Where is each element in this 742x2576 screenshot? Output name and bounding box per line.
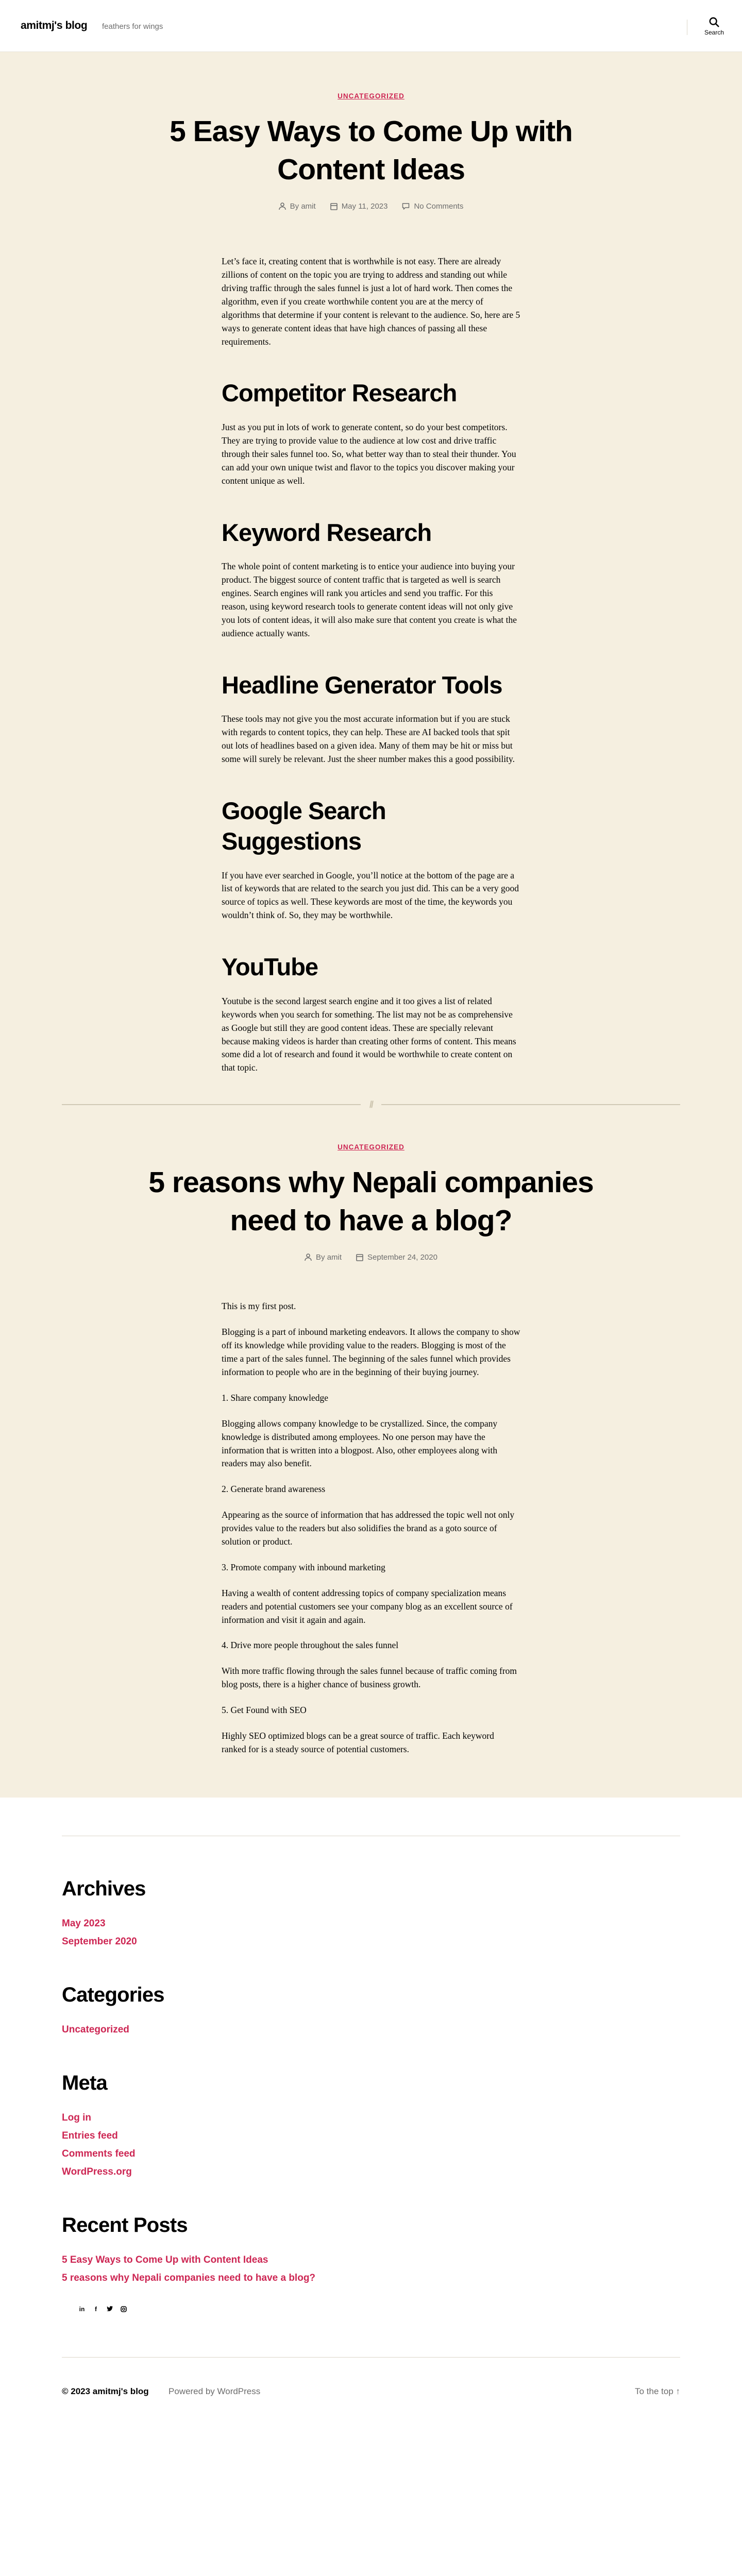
post-paragraph: Blogging is a part of inbound marketing … — [222, 1327, 520, 1377]
widget-archives: Archives May 2023 September 2020 — [62, 1877, 680, 1951]
post-paragraph: 1. Share company knowledge — [222, 1392, 329, 1403]
post-paragraph: 3. Promote company with inbound marketin… — [222, 1562, 385, 1572]
post-paragraph: Highly SEO optimized blogs can be a grea… — [222, 1730, 494, 1754]
date-link[interactable]: May 11, 2023 — [342, 202, 388, 211]
post-meta: By amit May 11, 2023 No Comments — [113, 202, 629, 211]
widget-recent-posts: Recent Posts 5 Easy Ways to Come Up with… — [62, 2214, 680, 2287]
to-the-top-link[interactable]: To the top ↑ — [635, 2386, 680, 2397]
post-paragraph: Let’s face it, creating content that is … — [222, 256, 520, 347]
search-label: Search — [704, 29, 724, 36]
post-comments[interactable]: No Comments — [402, 202, 463, 211]
site-footer: Archives May 2023 September 2020 Categor… — [0, 1797, 742, 2417]
category-item-link[interactable]: Uncategorized — [62, 2021, 680, 2039]
user-icon — [305, 1253, 312, 1261]
instagram-icon[interactable] — [119, 2304, 128, 2314]
widget-categories: Categories Uncategorized — [62, 1984, 680, 2039]
archive-link[interactable]: September 2020 — [62, 1933, 680, 1951]
widget-title: Recent Posts — [62, 2213, 188, 2236]
category-link[interactable]: UNCATEGORIZED — [338, 1143, 404, 1151]
author-link[interactable]: By amit — [316, 1253, 342, 1262]
post-meta: By amit September 24, 2020 — [113, 1253, 629, 1262]
post-article: UNCATEGORIZED 5 reasons why Nepali compa… — [0, 1143, 742, 1756]
facebook-icon[interactable]: f — [91, 2304, 100, 2314]
post-paragraph: Appearing as the source of information t… — [222, 1510, 515, 1547]
post-content: Let’s face it, creating content that is … — [222, 255, 520, 1075]
author-link[interactable]: By amit — [290, 202, 316, 211]
meta-comments-feed-link[interactable]: Comments feed — [62, 2145, 680, 2163]
footer-bottom: © 2023 amitmj's blog Powered by WordPres… — [62, 2357, 680, 2417]
section-heading: Google Search Suggestions — [222, 797, 386, 855]
calendar-icon — [330, 203, 338, 210]
copyright-text[interactable]: © 2023 amitmj's blog — [62, 2386, 149, 2397]
post-date[interactable]: September 24, 2020 — [356, 1253, 437, 1262]
widget-title: Categories — [62, 1983, 165, 2006]
archive-link[interactable]: May 2023 — [62, 1914, 680, 1933]
search-button[interactable]: Search — [704, 16, 724, 39]
post-paragraph: The whole point of content marketing is … — [222, 561, 517, 638]
post-article: UNCATEGORIZED 5 Easy Ways to Come Up wit… — [0, 92, 742, 1075]
post-author[interactable]: By amit — [305, 1253, 342, 1262]
post-paragraph: With more traffic flowing through the sa… — [222, 1666, 517, 1690]
powered-by-link[interactable]: Powered by WordPress — [168, 2386, 260, 2397]
section-heading: Keyword Research — [222, 518, 432, 546]
post-paragraph: Youtube is the second largest search eng… — [222, 995, 516, 1073]
category-link[interactable]: UNCATEGORIZED — [338, 92, 404, 100]
post-date[interactable]: May 11, 2023 — [330, 202, 388, 211]
post-paragraph: If you have ever searched in Google, you… — [222, 870, 519, 921]
post-paragraph: 4. Drive more people throughout the sale… — [222, 1640, 399, 1651]
main-bottom-spacer — [0, 1769, 742, 1798]
date-link[interactable]: September 24, 2020 — [367, 1253, 437, 1262]
user-icon — [278, 202, 286, 210]
post-paragraph: 5. Get Found with SEO — [222, 1705, 307, 1716]
post-paragraph: Just as you put in lots of work to gener… — [222, 422, 516, 486]
meta-wordpress-link[interactable]: WordPress.org — [62, 2163, 680, 2181]
separator-mark: // — [369, 1099, 374, 1110]
widget-title: Archives — [62, 1877, 146, 1900]
comment-icon — [402, 203, 410, 210]
section-heading: YouTube — [222, 953, 318, 981]
post-title[interactable]: 5 reasons why Nepali companies need to h… — [113, 1163, 629, 1240]
linkedin-icon[interactable]: in — [77, 2304, 87, 2314]
widget-title: Meta — [62, 2071, 108, 2094]
recent-post-link[interactable]: 5 reasons why Nepali companies need to h… — [62, 2269, 680, 2287]
post-paragraph: Blogging allows company knowledge to be … — [222, 1418, 498, 1469]
post-content: This is my first post. Blogging is a par… — [222, 1300, 520, 1756]
site-description: feathers for wings — [102, 22, 163, 31]
post-header: UNCATEGORIZED 5 Easy Ways to Come Up wit… — [113, 92, 629, 211]
meta-entries-feed-link[interactable]: Entries feed — [62, 2127, 680, 2145]
post-title[interactable]: 5 Easy Ways to Come Up with Content Idea… — [113, 112, 629, 189]
footer-widgets: Archives May 2023 September 2020 Categor… — [62, 1836, 680, 2314]
post-separator: // — [62, 1099, 680, 1110]
section-heading: Headline Generator Tools — [222, 671, 502, 699]
search-icon — [709, 17, 719, 27]
post-paragraph: These tools may not give you the most ac… — [222, 714, 515, 765]
comments-link[interactable]: No Comments — [414, 202, 463, 211]
post-header: UNCATEGORIZED 5 reasons why Nepali compa… — [113, 1143, 629, 1262]
meta-login-link[interactable]: Log in — [62, 2109, 680, 2127]
twitter-icon[interactable] — [105, 2304, 114, 2314]
recent-post-link[interactable]: 5 Easy Ways to Come Up with Content Idea… — [62, 2251, 680, 2269]
post-author[interactable]: By amit — [278, 202, 316, 211]
post-paragraph: 2. Generate brand awareness — [222, 1484, 326, 1495]
widget-meta: Meta Log in Entries feed Comments feed W… — [62, 2072, 680, 2181]
main-content: UNCATEGORIZED 5 Easy Ways to Come Up wit… — [0, 52, 742, 1798]
section-heading: Competitor Research — [222, 379, 457, 407]
site-header: amitmj's blog feathers for wings Search — [0, 0, 742, 52]
social-links: in f — [62, 2304, 680, 2314]
post-paragraph: Having a wealth of content addressing to… — [222, 1587, 513, 1625]
calendar-icon — [356, 1254, 363, 1262]
post-paragraph: This is my first post. — [222, 1301, 296, 1312]
site-title[interactable]: amitmj's blog — [21, 20, 88, 32]
